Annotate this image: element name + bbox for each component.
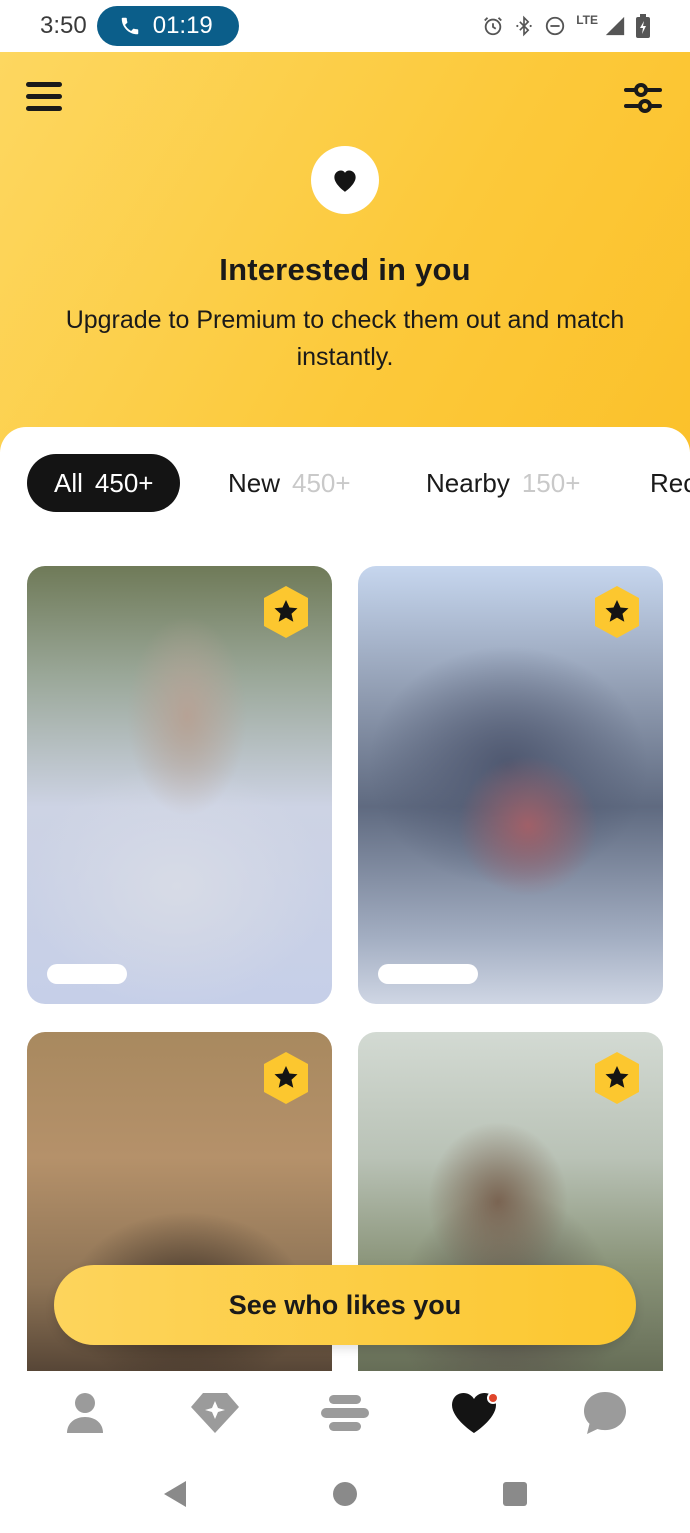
bottom-nav	[0, 1371, 690, 1455]
recents-icon	[503, 1482, 527, 1506]
profile-icon	[67, 1393, 103, 1433]
tab-label: All	[54, 467, 83, 498]
tab-nearby[interactable]: Nearby 150+	[426, 454, 580, 512]
back-button[interactable]	[155, 1474, 195, 1514]
status-icons: LTE	[482, 13, 650, 38]
bluetooth-icon	[516, 15, 532, 37]
tab-label: Nearby	[426, 467, 510, 498]
nav-people[interactable]	[315, 1383, 375, 1443]
people-icon	[321, 1395, 369, 1431]
filter-tabs: All 450+ New 450+ Nearby 150+ Rec	[0, 454, 690, 514]
nav-profile[interactable]	[55, 1383, 115, 1443]
tab-count: 450+	[292, 467, 351, 498]
tab-new[interactable]: New 450+	[228, 454, 351, 512]
status-time: 3:50	[40, 12, 87, 39]
star-badge-icon	[264, 1052, 308, 1104]
back-icon	[164, 1481, 186, 1507]
ongoing-call-pill[interactable]: 01:19	[96, 6, 239, 46]
filter-icon	[624, 83, 662, 113]
battery-icon	[636, 14, 650, 38]
alarm-icon	[484, 17, 503, 36]
nav-chats[interactable]	[575, 1383, 635, 1443]
name-placeholder	[378, 964, 478, 984]
tab-label: New	[228, 467, 281, 498]
see-who-likes-you-button[interactable]: See who likes you	[54, 1265, 636, 1345]
upgrade-message: Upgrade to Premium to check them out and…	[65, 306, 625, 371]
nav-liked-you[interactable]	[445, 1383, 505, 1443]
heart-icon	[334, 170, 356, 192]
star-badge-icon	[264, 586, 308, 638]
tab-recent[interactable]: Rec	[650, 454, 690, 512]
discover-icon	[191, 1393, 239, 1433]
page-title: Interested in you	[219, 252, 471, 287]
menu-icon	[26, 82, 62, 87]
profile-card[interactable]	[27, 566, 332, 1004]
nav-discover[interactable]	[185, 1383, 245, 1443]
tab-count: 450+	[94, 467, 154, 498]
chat-icon	[584, 1392, 626, 1434]
tab-label: Rec	[650, 467, 690, 498]
heart-badge	[311, 146, 379, 214]
home-button[interactable]	[325, 1474, 365, 1514]
phone-icon	[121, 17, 138, 35]
star-badge-icon	[595, 586, 639, 638]
profile-card[interactable]	[358, 566, 663, 1004]
liked-you-icon	[452, 1392, 499, 1433]
do-not-disturb-icon	[546, 16, 565, 36]
name-placeholder	[47, 964, 127, 984]
status-bar: 3:50 01:19 LTE	[0, 0, 690, 52]
home-icon	[333, 1482, 357, 1506]
tab-all[interactable]: All 450+	[27, 454, 181, 512]
filter-button[interactable]	[622, 78, 664, 120]
network-type-label: LTE	[576, 13, 598, 27]
signal-icon	[605, 16, 625, 36]
header: Interested in you Upgrade to Premium to …	[0, 52, 690, 452]
system-nav	[0, 1455, 690, 1533]
likes-sheet: All 450+ New 450+ Nearby 150+ Rec	[0, 427, 690, 1387]
recents-button[interactable]	[495, 1474, 535, 1514]
tab-count: 150+	[521, 467, 581, 498]
call-timer: 01:19	[152, 12, 213, 39]
star-badge-icon	[595, 1052, 639, 1104]
menu-button[interactable]	[26, 82, 62, 114]
screen: 3:50 01:19 LTE Interested in you Upgrade…	[0, 0, 690, 1533]
